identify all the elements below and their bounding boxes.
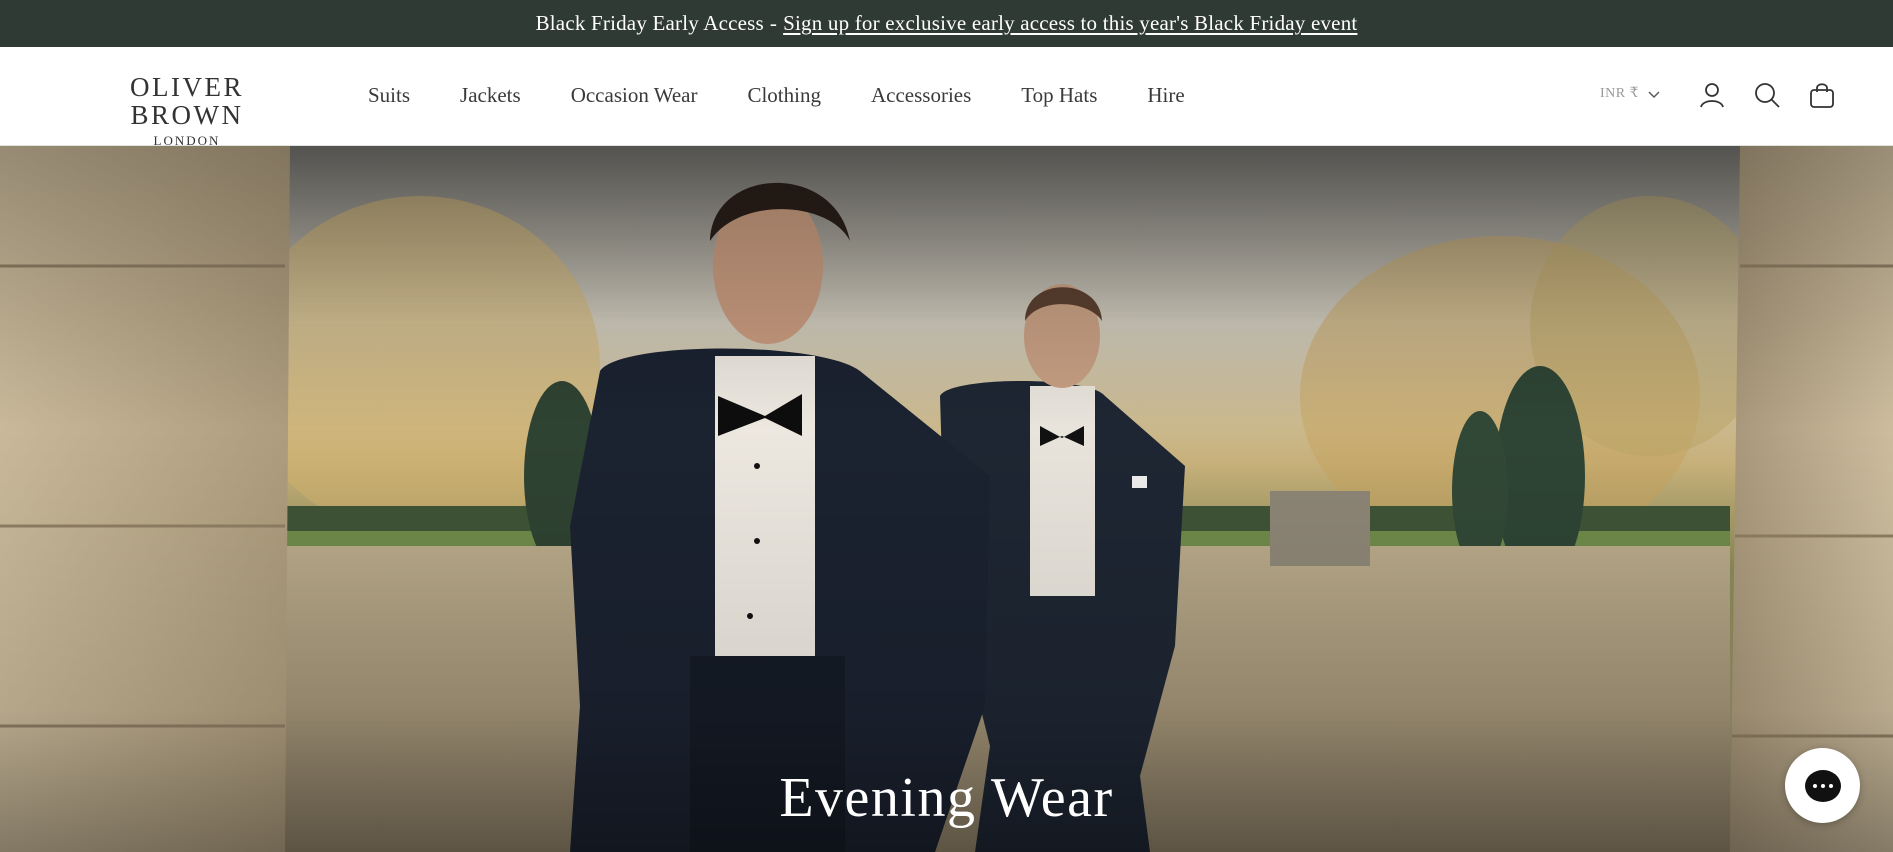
nav-item-jackets[interactable]: Jackets xyxy=(460,83,521,108)
announcement-lead-text: Black Friday Early Access xyxy=(535,11,764,35)
nav-item-hire[interactable]: Hire xyxy=(1147,83,1184,108)
search-icon[interactable] xyxy=(1752,80,1782,110)
hero-image xyxy=(0,146,1893,852)
nav-item-top-hats[interactable]: Top Hats xyxy=(1021,83,1097,108)
site-header: OLIVER BROWN LONDON Suits Jackets Occasi… xyxy=(0,47,1893,149)
nav-item-occasion-wear[interactable]: Occasion Wear xyxy=(571,83,698,108)
announcement-separator: - xyxy=(769,11,778,35)
chevron-down-icon xyxy=(1647,87,1661,101)
hero-title[interactable]: Evening Wear xyxy=(0,766,1893,830)
hero-banner[interactable]: Evening Wear xyxy=(0,146,1893,852)
nav-item-clothing[interactable]: Clothing xyxy=(747,83,821,108)
main-nav: Suits Jackets Occasion Wear Clothing Acc… xyxy=(368,83,1235,108)
nav-item-accessories[interactable]: Accessories xyxy=(871,83,971,108)
announcement-signup-link[interactable]: Sign up for exclusive early access to th… xyxy=(783,11,1357,36)
chat-bubble-icon xyxy=(1804,769,1841,802)
nav-item-suits[interactable]: Suits xyxy=(368,83,410,108)
currency-label: INR ₹ xyxy=(1600,86,1640,101)
shopping-bag-icon[interactable] xyxy=(1807,80,1837,110)
brand-logo[interactable]: OLIVER BROWN LONDON xyxy=(70,73,304,149)
chat-button[interactable] xyxy=(1785,748,1860,823)
currency-selector[interactable]: INR ₹ xyxy=(1600,85,1661,102)
brand-name: OLIVER BROWN xyxy=(130,72,244,130)
user-icon[interactable] xyxy=(1697,80,1727,110)
announcement-bar: Black Friday Early Access - Sign up for … xyxy=(0,0,1893,47)
